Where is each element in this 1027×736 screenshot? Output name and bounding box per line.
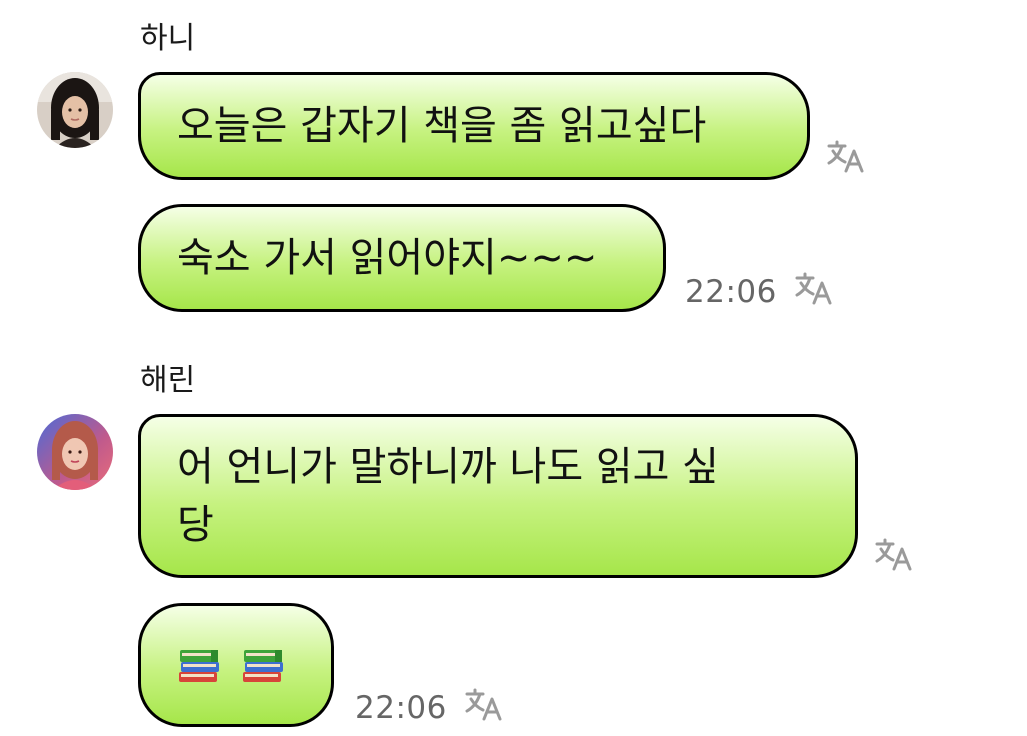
avatar[interactable] (37, 414, 113, 490)
translate-icon[interactable] (826, 138, 866, 174)
avatar[interactable] (37, 72, 113, 148)
books-emoji (179, 650, 219, 682)
translate-icon[interactable] (464, 686, 504, 722)
sender-name: 하니 (140, 21, 196, 56)
message-time: 22:06 (685, 274, 777, 310)
message-text: 어 언니가 말하니까 나도 읽고 싶 당 (177, 444, 719, 548)
message-text: 오늘은 갑자기 책을 좀 읽고싶다 (177, 103, 707, 149)
avatar-haerin-image (37, 414, 113, 490)
emoji-row (177, 646, 285, 684)
message-bubble[interactable] (138, 603, 334, 727)
message-text: 숙소 가서 읽어야지~~~ (177, 235, 598, 281)
books-emoji (243, 650, 283, 682)
message-bubble[interactable]: 어 언니가 말하니까 나도 읽고 싶 당 (138, 414, 858, 578)
message-bubble[interactable]: 오늘은 갑자기 책을 좀 읽고싶다 (138, 72, 810, 180)
translate-icon[interactable] (794, 270, 834, 306)
message-time: 22:06 (355, 690, 447, 726)
avatar-hanni-image (37, 72, 113, 148)
sender-name: 해린 (140, 363, 196, 398)
message-bubble[interactable]: 숙소 가서 읽어야지~~~ (138, 204, 666, 312)
translate-icon[interactable] (874, 536, 914, 572)
chat-view: 하니 오늘은 갑자기 책을 좀 읽고싶다 숙소 가서 읽어야지~~~ 22:06… (0, 0, 1027, 736)
